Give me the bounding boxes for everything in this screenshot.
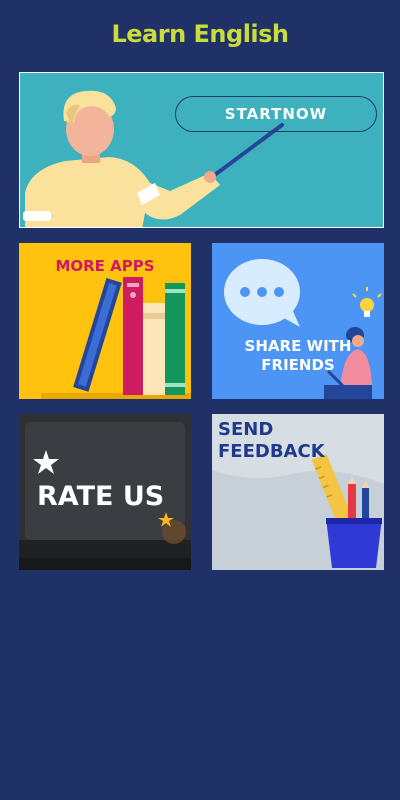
start-now-button[interactable]: STARTNOW <box>175 96 377 132</box>
share-label-line2: FRIENDS <box>261 356 335 374</box>
share-label-line1: SHARE WITH <box>244 337 352 355</box>
share-illustration <box>212 243 384 399</box>
send-feedback-line2: FEEDBACK <box>218 441 325 462</box>
app-title: Learn English <box>111 20 289 48</box>
share-with-friends-tile[interactable]: SHARE WITH FRIENDS <box>212 243 384 399</box>
rate-us-tile[interactable]: RATE US <box>19 414 191 570</box>
share-label: SHARE WITH FRIENDS <box>212 337 384 375</box>
rate-us-label: RATE US <box>37 481 165 512</box>
start-now-banner[interactable]: STARTNOW <box>19 72 384 228</box>
more-apps-tile[interactable]: MORE APPS <box>19 243 191 399</box>
send-feedback-line1: SEND <box>218 419 274 440</box>
send-feedback-label: SEND FEEDBACK <box>218 419 325 463</box>
send-feedback-tile[interactable]: SEND FEEDBACK <box>212 414 384 570</box>
more-apps-label: MORE APPS <box>55 257 155 275</box>
